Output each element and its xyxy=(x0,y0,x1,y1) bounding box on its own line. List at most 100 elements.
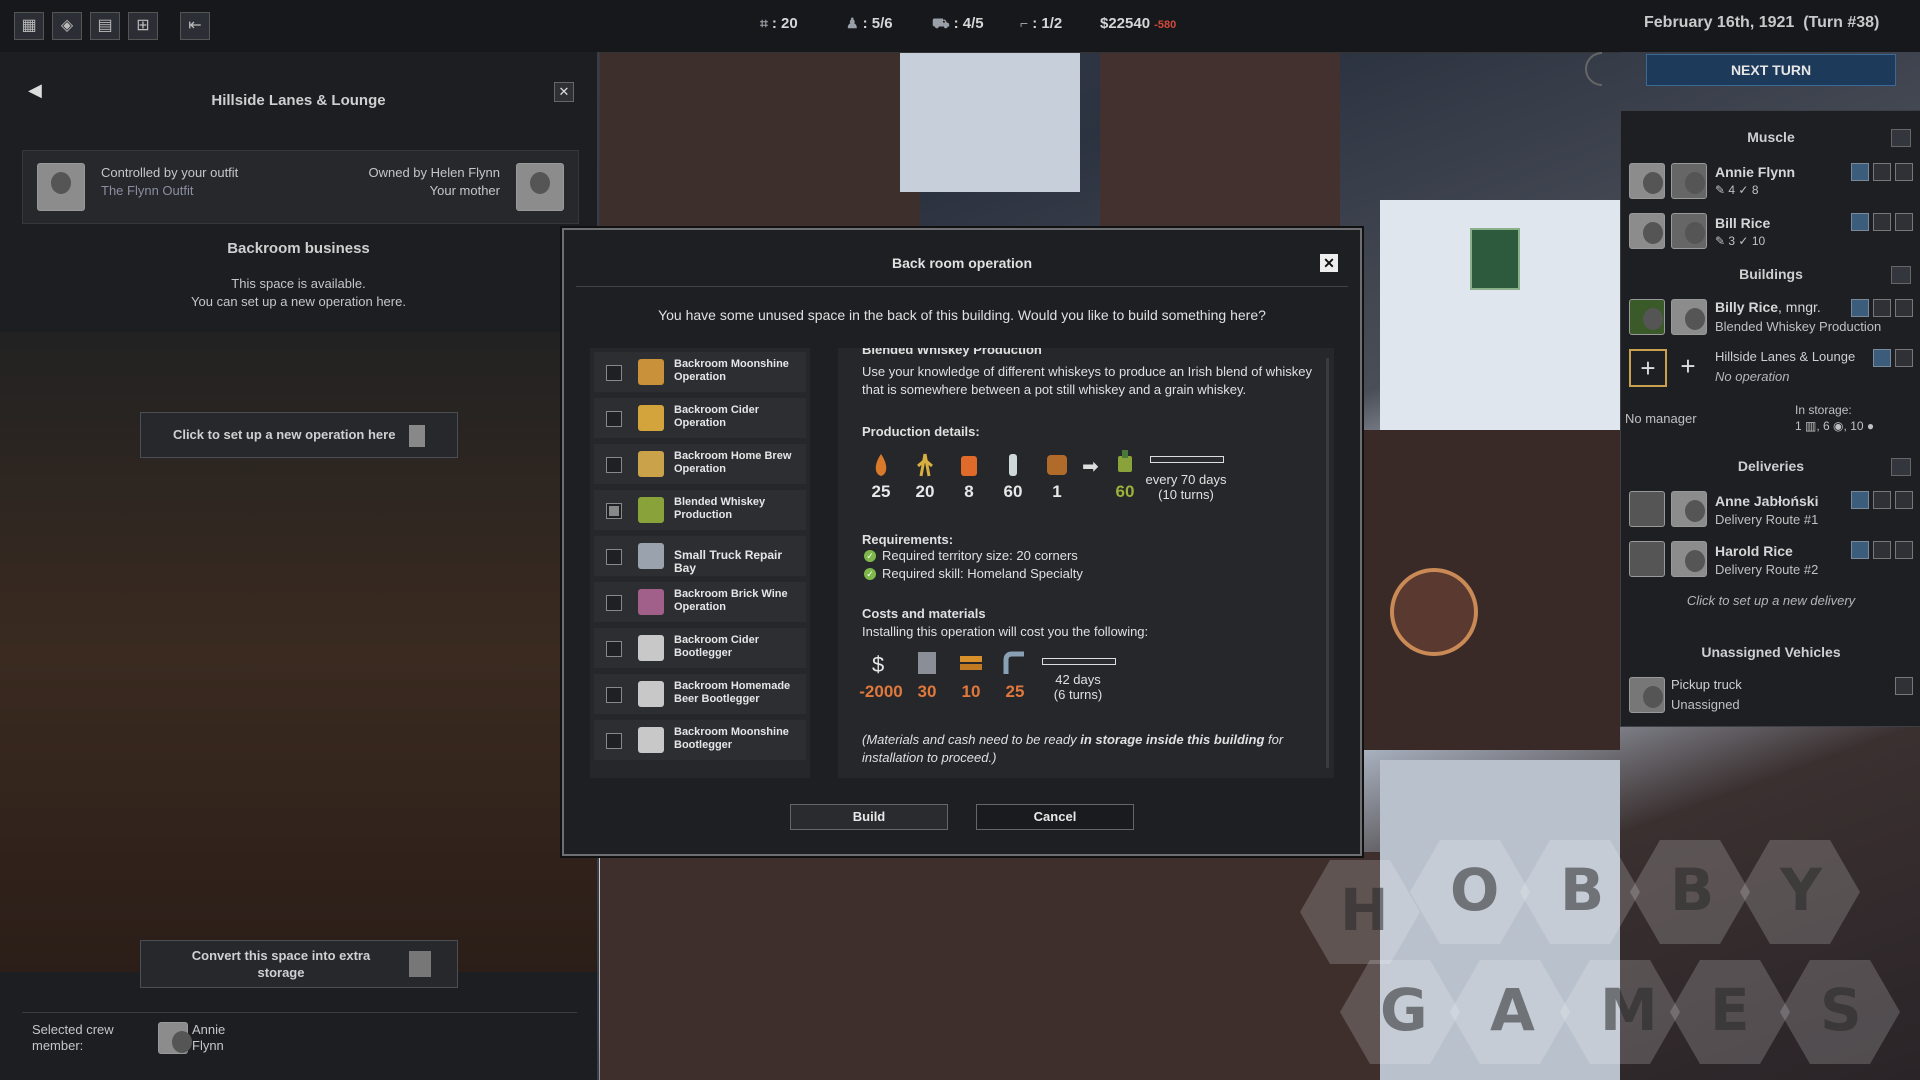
operation-checkbox[interactable] xyxy=(606,595,622,611)
operation-checkbox[interactable] xyxy=(606,365,622,381)
driver-avatar[interactable] xyxy=(1671,491,1707,527)
input-amount: 8 xyxy=(964,482,974,501)
requirement-territory: Required territory size: 20 corners xyxy=(882,548,1078,563)
add-operation-icon[interactable]: + xyxy=(1629,349,1667,387)
ledger-icon[interactable]: ▤ xyxy=(90,12,120,40)
cancel-button[interactable]: Cancel xyxy=(976,804,1134,830)
operation-checkbox[interactable] xyxy=(606,733,622,749)
assign-icon[interactable] xyxy=(1873,349,1891,367)
input-amount: 60 xyxy=(1003,482,1023,501)
operation-option[interactable]: Backroom Cider Operation xyxy=(594,398,806,438)
building-op-icon[interactable] xyxy=(1629,299,1665,335)
operation-option[interactable]: Backroom Cider Bootlegger xyxy=(594,628,806,668)
exit-icon[interactable]: ⇤ xyxy=(180,12,210,40)
operation-icon xyxy=(638,405,664,431)
setup-operation-button[interactable]: Click to set up a new operation here xyxy=(140,412,458,458)
dialog-prompt: You have some unused space in the back o… xyxy=(658,307,1266,323)
muscle-name[interactable]: Bill Rice xyxy=(1715,215,1770,231)
info-icon[interactable] xyxy=(1895,541,1913,559)
person-icon[interactable] xyxy=(1873,541,1891,559)
operation-option[interactable]: Backroom Brick Wine Operation xyxy=(594,582,806,622)
new-delivery-link[interactable]: Click to set up a new delivery xyxy=(1621,593,1920,608)
date-turn: February 16th, 1921 (Turn #38) xyxy=(1644,14,1880,31)
operation-option[interactable]: Backroom Moonshine Operation xyxy=(594,352,806,392)
info-icon[interactable] xyxy=(1895,163,1913,181)
operation-checkbox[interactable] xyxy=(606,411,622,427)
barrel-icon xyxy=(1047,455,1067,475)
arrow-right-icon: ➡ xyxy=(1082,456,1099,478)
assign-icon[interactable] xyxy=(1851,299,1869,317)
deliveries-list-icon[interactable] xyxy=(1891,458,1911,476)
assign-icon[interactable] xyxy=(1851,541,1869,559)
person-icon[interactable] xyxy=(1895,677,1913,695)
convert-storage-button[interactable]: Convert this space into extra storage xyxy=(140,940,458,988)
buildings-list-icon[interactable] xyxy=(1891,266,1911,284)
assign-icon[interactable] xyxy=(1851,213,1869,231)
map-marker[interactable] xyxy=(1470,228,1520,290)
building-name[interactable]: Hillside Lanes & Lounge xyxy=(1715,349,1855,364)
map-icon[interactable]: ▦ xyxy=(14,12,44,40)
operation-option[interactable]: Small Truck Repair Bay xyxy=(594,536,806,576)
muscle-avatar[interactable] xyxy=(1629,213,1665,249)
vehicle-name[interactable]: Pickup truck xyxy=(1671,677,1742,692)
input-amount: 25 xyxy=(871,482,891,501)
outfit-name[interactable]: The Flynn Outfit xyxy=(101,183,193,198)
territory-icon[interactable]: ◈ xyxy=(52,12,82,40)
crew-portrait[interactable] xyxy=(158,1022,192,1054)
manager-avatar[interactable] xyxy=(1671,299,1707,335)
owner-portrait[interactable] xyxy=(516,163,564,211)
buildings-header: Buildings xyxy=(1739,266,1803,282)
person-icon[interactable] xyxy=(1895,349,1913,367)
muscle-name[interactable]: Annie Flynn xyxy=(1715,164,1795,180)
building-manager[interactable]: Billy Rice, mngr. xyxy=(1715,299,1821,315)
selected-crew-name[interactable]: Annie Flynn xyxy=(192,1022,225,1054)
outfit-portrait[interactable] xyxy=(37,163,85,211)
driver-name[interactable]: Harold Rice xyxy=(1715,543,1793,559)
info-icon[interactable] xyxy=(1895,299,1913,317)
assign-icon[interactable] xyxy=(1851,491,1869,509)
muscle-avatar[interactable] xyxy=(1629,163,1665,199)
muscle-list-icon[interactable] xyxy=(1891,129,1911,147)
operation-option[interactable]: Backroom Home Brew Operation xyxy=(594,444,806,484)
water-icon xyxy=(1009,454,1017,476)
operation-option[interactable]: Backroom Moonshine Bootlegger xyxy=(594,720,806,760)
info-icon[interactable] xyxy=(1895,213,1913,231)
assign-icon[interactable] xyxy=(1851,163,1869,181)
truck-icon[interactable] xyxy=(1629,677,1665,713)
operation-checkbox[interactable] xyxy=(606,503,622,519)
operation-option[interactable]: Backroom Homemade Beer Bootlegger xyxy=(594,674,806,714)
build-button[interactable]: Build xyxy=(790,804,948,830)
check-icon: ✓ xyxy=(864,550,876,562)
character-marker[interactable] xyxy=(1390,568,1478,656)
settings-gear-icon[interactable] xyxy=(1546,52,1619,86)
add-manager-icon[interactable]: + xyxy=(1671,349,1705,383)
production-title: Production details: xyxy=(862,424,980,439)
buildings-icon[interactable]: ⊞ xyxy=(128,12,158,40)
gear-icon[interactable] xyxy=(1629,491,1665,527)
operation-checkbox[interactable] xyxy=(606,549,622,565)
operation-checkbox[interactable] xyxy=(606,457,622,473)
watermark-letter: S xyxy=(1820,976,1862,1044)
info-icon[interactable] xyxy=(1895,491,1913,509)
next-turn-button[interactable]: NEXT TURN xyxy=(1646,54,1896,86)
close-icon[interactable]: ✕ xyxy=(1320,254,1338,272)
person-icon[interactable] xyxy=(1873,491,1891,509)
money-stat: $22540 -580 xyxy=(1100,15,1177,32)
person-icon[interactable] xyxy=(1873,213,1891,231)
scrollbar[interactable] xyxy=(1326,358,1329,768)
person-icon[interactable] xyxy=(1873,299,1891,317)
check-icon: ✓ xyxy=(864,568,876,580)
operation-checkbox[interactable] xyxy=(606,641,622,657)
close-icon[interactable]: ✕ xyxy=(554,82,574,102)
operation-option[interactable]: Blended Whiskey Production xyxy=(594,490,806,530)
gear-icon[interactable] xyxy=(1629,541,1665,577)
watermark-letter: B xyxy=(1670,856,1715,924)
driver-avatar[interactable] xyxy=(1671,541,1707,577)
grain-icon xyxy=(917,453,933,477)
deliveries-header: Deliveries xyxy=(1737,458,1805,474)
snow-roof xyxy=(900,52,1080,192)
operation-checkbox[interactable] xyxy=(606,687,622,703)
person-icon[interactable] xyxy=(1873,163,1891,181)
hobby-games-watermark: HOBBYGAMES xyxy=(1300,840,1920,1080)
driver-name[interactable]: Anne Jabłoński xyxy=(1715,493,1818,509)
